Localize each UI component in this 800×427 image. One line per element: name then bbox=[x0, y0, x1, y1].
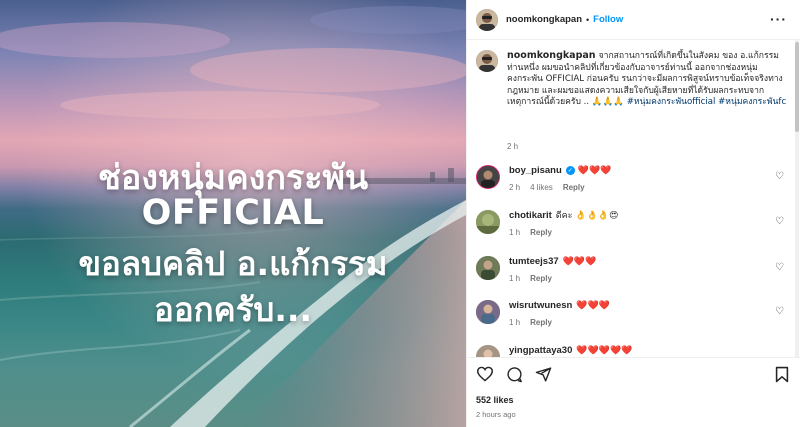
author-username[interactable]: noomkongkapan bbox=[506, 14, 582, 25]
comment-time: 2 h bbox=[509, 183, 521, 192]
comment-username[interactable]: tumteejs37 bbox=[509, 256, 559, 267]
post-image[interactable]: ช่องหนุ่มคงกระพัน OFFICIAL ขอลบคลิป อ.แก… bbox=[0, 0, 466, 427]
comment-item: tumteejs37 ❤️❤️❤️ 1 h Reply ♡ bbox=[476, 256, 792, 283]
comment-like-heart-icon[interactable]: ♡ bbox=[775, 171, 784, 182]
bookmark-icon[interactable] bbox=[775, 366, 789, 388]
caption-time: 2 h bbox=[507, 142, 519, 151]
comment-likes[interactable]: 4 likes bbox=[530, 183, 553, 192]
caption-username[interactable]: noomkongkapan bbox=[507, 50, 596, 61]
comment-time: 1 h bbox=[509, 274, 521, 283]
author-avatar[interactable] bbox=[476, 8, 498, 31]
post-side-panel: noomkongkapan • Follow ··· noomkongkapan… bbox=[466, 0, 800, 427]
overlay-line-2: OFFICIAL bbox=[141, 193, 325, 233]
heart-icon[interactable] bbox=[476, 366, 494, 383]
comment-username[interactable]: chotikarit bbox=[509, 210, 552, 221]
reply-button[interactable]: Reply bbox=[530, 228, 552, 237]
comments-scrollbar[interactable] bbox=[794, 40, 800, 357]
comment-item: boy_pisanu ✓ ❤️❤️❤️ 2 h 4 likes Reply ♡ bbox=[476, 165, 792, 192]
comment-like-heart-icon[interactable]: ♡ bbox=[775, 306, 784, 317]
comment-time: 1 h bbox=[509, 228, 521, 237]
follow-button[interactable]: Follow bbox=[593, 14, 623, 25]
comment-text: ❤️❤️❤️ bbox=[562, 257, 597, 267]
post-caption: noomkongkapan จากสถานการณ์ที่เกิดขึ้นในสั… bbox=[476, 50, 788, 109]
comments-scroll-area[interactable]: noomkongkapan จากสถานการณ์ที่เกิดขึ้นในสั… bbox=[467, 40, 800, 357]
comment-item: yingpattaya30 ❤️❤️❤️❤️❤️ bbox=[476, 345, 792, 357]
reply-button[interactable]: Reply bbox=[563, 183, 585, 192]
post-actions-bar: 552 likes 2 hours ago bbox=[467, 357, 800, 427]
commenter-avatar[interactable] bbox=[476, 165, 500, 189]
likes-count[interactable]: 552 likes bbox=[476, 395, 514, 405]
reply-button[interactable]: Reply bbox=[530, 318, 552, 327]
comment-text: ❤️❤️❤️ bbox=[576, 301, 610, 311]
comment-username[interactable]: yingpattaya30 bbox=[509, 345, 572, 356]
post-timestamp: 2 hours ago bbox=[476, 410, 516, 419]
comment-like-heart-icon[interactable]: ♡ bbox=[775, 216, 784, 227]
comment-item: chotikarit ดีคะ 👌👌👌😍 1 h Reply ♡ bbox=[476, 210, 792, 237]
caption-text-block: noomkongkapan จากสถานการณ์ที่เกิดขึ้นในสั… bbox=[507, 50, 788, 109]
commenter-avatar[interactable] bbox=[476, 210, 500, 234]
comment-username[interactable]: boy_pisanu bbox=[509, 165, 562, 176]
share-icon[interactable] bbox=[535, 366, 552, 383]
comment-like-heart-icon[interactable]: ♡ bbox=[775, 262, 784, 273]
comment-text: ❤️❤️❤️ bbox=[577, 166, 612, 176]
comment-text: ❤️❤️❤️❤️❤️ bbox=[576, 346, 633, 356]
separator-dot: • bbox=[586, 14, 590, 25]
comment-item: wisrutwunesn ❤️❤️❤️ 1 h Reply ♡ bbox=[476, 300, 792, 327]
post-header: noomkongkapan • Follow ··· bbox=[467, 0, 800, 40]
commenter-avatar[interactable] bbox=[476, 300, 500, 324]
reply-button[interactable]: Reply bbox=[530, 274, 552, 283]
commenter-avatar[interactable] bbox=[476, 256, 500, 280]
comment-icon[interactable] bbox=[506, 366, 523, 383]
comment-time: 1 h bbox=[509, 318, 521, 327]
commenter-avatar[interactable] bbox=[476, 345, 500, 357]
comment-text: ดีคะ 👌👌👌😍 bbox=[555, 211, 619, 221]
verified-badge-icon: ✓ bbox=[565, 166, 575, 175]
more-options-icon[interactable]: ··· bbox=[770, 11, 787, 27]
comment-username[interactable]: wisrutwunesn bbox=[509, 300, 572, 311]
caption-hashtags[interactable]: #หนุ่มคงกระพันofficial #หนุ่มคงกระพันfc bbox=[627, 97, 786, 107]
overlay-line-4: ออกครับ... bbox=[154, 290, 312, 329]
caption-author-avatar[interactable] bbox=[476, 50, 498, 72]
